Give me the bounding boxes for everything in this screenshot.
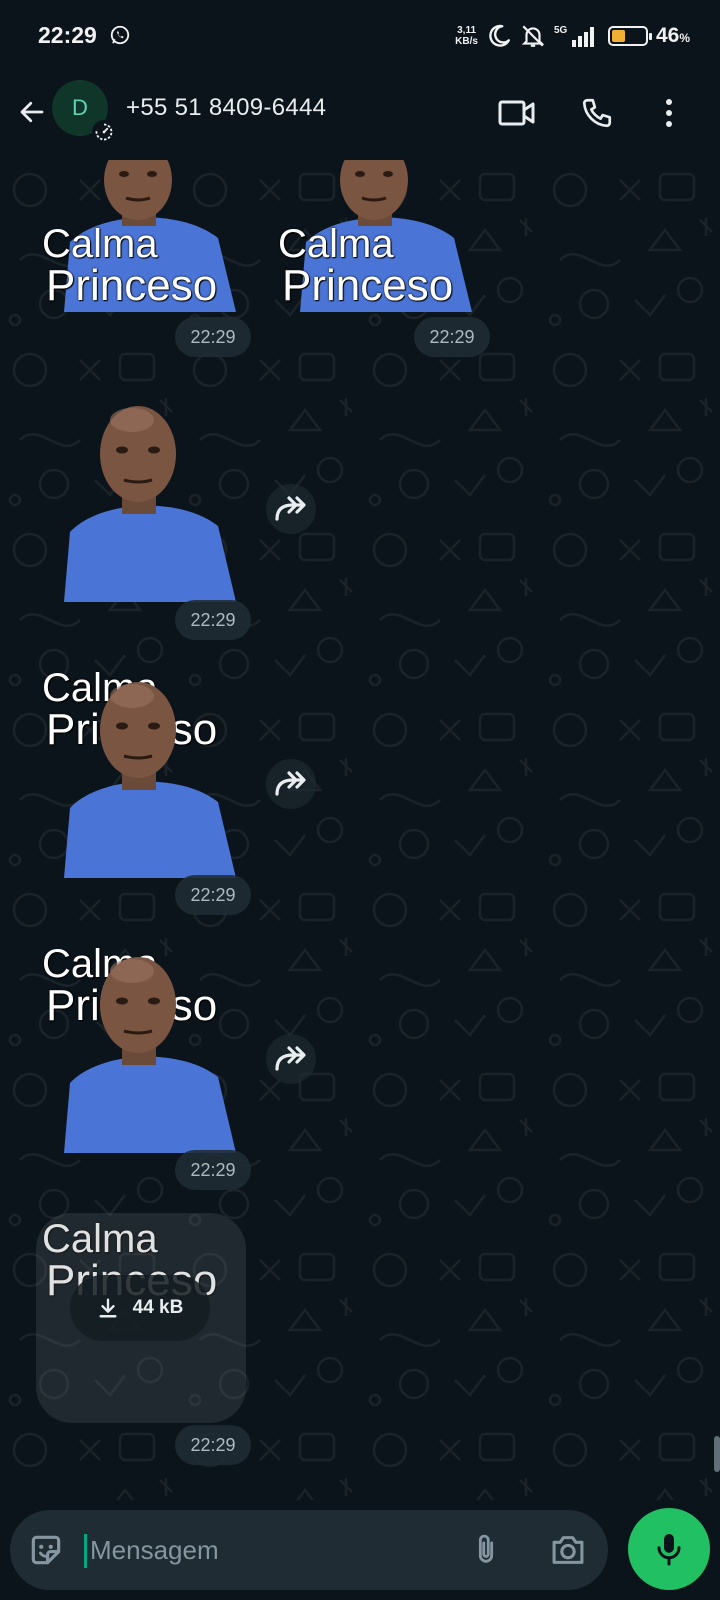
sticker-message[interactable]: Calma Princeso [40, 392, 240, 752]
more-vert-icon [666, 99, 672, 127]
more-options-button[interactable] [646, 90, 692, 136]
sticker-emoji-icon [31, 1535, 61, 1565]
sticker-message[interactable]: Calma Princeso [40, 160, 240, 312]
bell-off-icon [521, 25, 545, 47]
net-speed-unit: KB/s [455, 36, 478, 47]
message-timestamp: 22:29 [175, 317, 251, 357]
forward-button[interactable] [266, 1034, 316, 1084]
message-composer [10, 1510, 608, 1590]
sticker-caption-line1: Calma [278, 222, 394, 266]
camera-button[interactable] [546, 1530, 590, 1570]
status-icons: 3,11 KB/s 5G 46% [455, 20, 690, 52]
message-timestamp: 22:29 [175, 875, 251, 915]
camera-icon [552, 1536, 584, 1564]
timer-icon [95, 123, 113, 141]
forward-button[interactable] [266, 759, 316, 809]
disappearing-timer-badge [92, 120, 116, 144]
avatar-letter: D [72, 95, 88, 120]
forward-icon [275, 496, 306, 521]
net-speed: 3,11 KB/s [455, 25, 478, 47]
video-call-button[interactable] [494, 90, 540, 136]
contact-name[interactable]: +55 51 8409-6444 [126, 94, 326, 122]
phone-icon [582, 98, 612, 128]
download-icon [99, 1298, 117, 1318]
sticker-caption-line2: Princeso [282, 261, 454, 310]
message-timestamp: 22:29 [175, 1425, 251, 1465]
sticker-caption-line2: Princeso [46, 261, 218, 310]
sticker-image [64, 957, 236, 1153]
chat-header: D +55 51 8409-6444 [0, 72, 720, 160]
video-call-icon [498, 100, 535, 126]
forward-icon [275, 771, 306, 796]
battery-level [611, 30, 625, 42]
mic-icon [657, 1534, 681, 1566]
back-arrow-icon [20, 101, 44, 123]
message-input[interactable] [90, 1528, 450, 1572]
forward-button[interactable] [266, 484, 316, 534]
attach-button[interactable] [466, 1530, 506, 1570]
net-speed-value: 3,11 [457, 25, 477, 36]
emoji-sticker-button[interactable] [26, 1530, 66, 1570]
sticker-image [64, 406, 236, 602]
status-bar: 22:29 3,11 KB/s 5G 46% [0, 0, 720, 72]
whatsapp-icon [110, 25, 130, 45]
sticker-image [64, 682, 236, 878]
message-timestamp: 22:29 [414, 317, 490, 357]
back-button[interactable] [12, 92, 52, 132]
message-timestamp: 22:29 [175, 600, 251, 640]
download-size: 44 kB [132, 1297, 184, 1318]
sticker-message[interactable]: Calma Princeso [40, 668, 240, 1028]
network-type: 5G [554, 25, 568, 36]
status-time: 22:29 [38, 22, 97, 48]
battery-percent: 46% [655, 24, 690, 47]
download-button[interactable]: 44 kB [70, 1275, 210, 1341]
forward-icon [275, 1046, 306, 1071]
sticker-message[interactable]: Calma Princeso [40, 943, 240, 1303]
sticker-caption-line1: Calma [42, 222, 158, 266]
text-cursor [84, 1534, 87, 1568]
moon-icon [489, 24, 510, 47]
message-timestamp: 22:29 [175, 1150, 251, 1190]
voice-message-button[interactable] [628, 1508, 710, 1590]
pending-sticker-message[interactable]: 44 kB [36, 1213, 246, 1423]
scrollbar[interactable] [714, 1436, 720, 1472]
sticker-message[interactable]: Calma Princeso [276, 160, 476, 312]
chat-area[interactable]: Calma Princeso 22:29 Calma Princeso 22:2… [0, 160, 720, 1500]
paperclip-icon [478, 1534, 494, 1563]
voice-call-button[interactable] [574, 90, 620, 136]
battery-icon [607, 26, 652, 46]
signal-icon: 5G [554, 25, 594, 47]
